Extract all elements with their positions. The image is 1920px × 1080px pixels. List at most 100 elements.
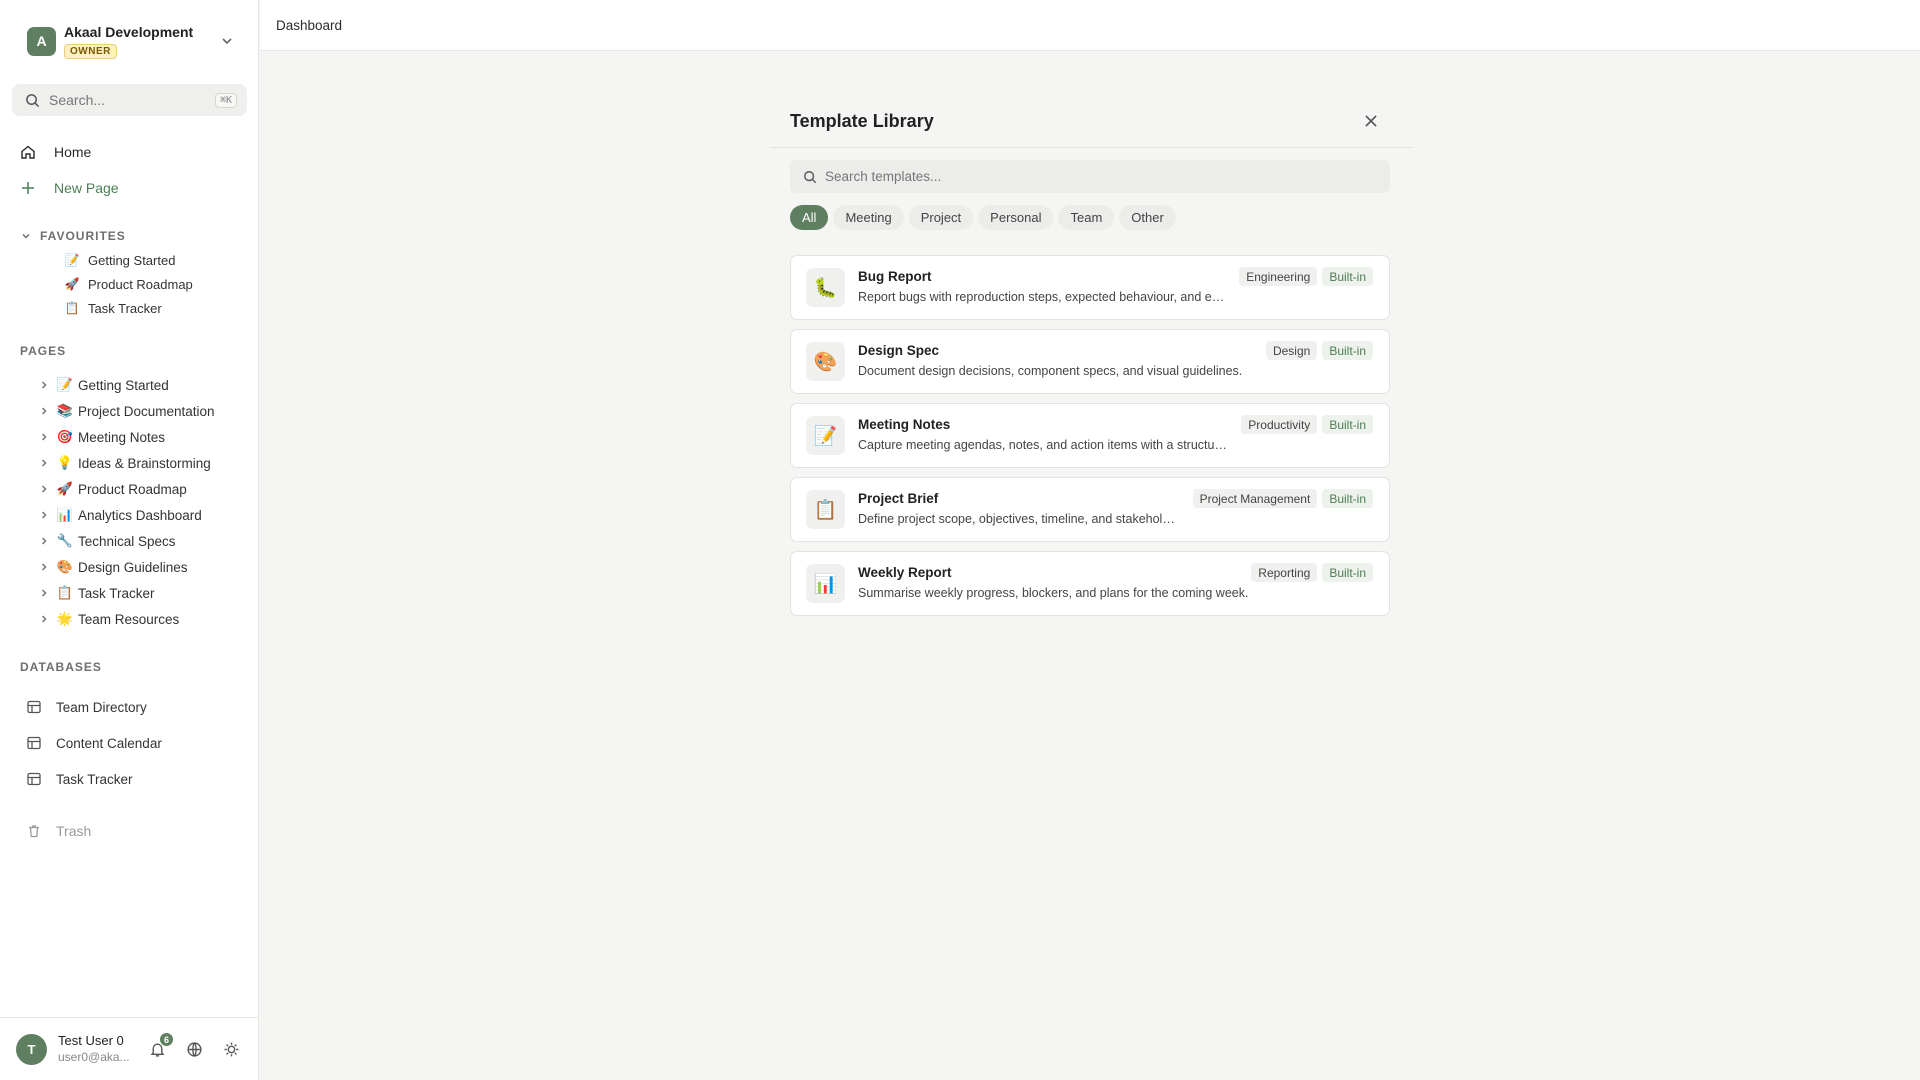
category-tag: Engineering	[1239, 267, 1318, 286]
nav-new-page-label: New Page	[54, 180, 119, 196]
chevron-down-icon[interactable]	[219, 33, 235, 49]
page-emoji-icon: 🔧	[56, 533, 74, 548]
template-list: 🐛 Bug Report Report bugs with reproducti…	[790, 255, 1390, 616]
language-button[interactable]	[183, 1038, 205, 1060]
workspace-switcher[interactable]: A Akaal Development OWNER	[17, 16, 243, 66]
built-in-tag: Built-in	[1322, 341, 1373, 360]
template-card[interactable]: 🐛 Bug Report Report bugs with reproducti…	[790, 255, 1390, 320]
notifications-button[interactable]: 6	[146, 1032, 174, 1060]
nav-home[interactable]: Home	[20, 140, 91, 164]
chevron-right-icon[interactable]	[38, 483, 50, 495]
chevron-right-icon[interactable]	[38, 379, 50, 391]
page-emoji-icon: 🎯	[56, 429, 74, 444]
page-emoji-icon: 📋	[56, 585, 74, 600]
filter-chip-project[interactable]: Project	[908, 205, 974, 230]
page-tree-item[interactable]: 🌟 Team Resources	[38, 608, 179, 630]
search-icon	[26, 93, 40, 107]
template-card[interactable]: 📝 Meeting Notes Capture meeting agendas,…	[790, 403, 1390, 468]
page-label: Analytics Dashboard	[78, 507, 202, 523]
database-item[interactable]: Team Directory	[26, 695, 147, 719]
database-item[interactable]: Task Tracker	[26, 767, 133, 791]
nav-new-page[interactable]: New Page	[20, 176, 119, 200]
memo-icon: 📝	[806, 416, 845, 455]
database-item[interactable]: Content Calendar	[26, 731, 162, 755]
filter-chip-all[interactable]: All	[790, 205, 829, 230]
page-emoji-icon: 📝	[64, 253, 80, 267]
template-description: Define project scope, objectives, timeli…	[858, 512, 1178, 526]
palette-icon: 🎨	[806, 342, 845, 381]
chevron-right-icon[interactable]	[38, 509, 50, 521]
page-label: Product Roadmap	[78, 481, 187, 497]
chevron-right-icon[interactable]	[38, 431, 50, 443]
favourite-item[interactable]: 🚀 Product Roadmap	[64, 274, 193, 294]
chevron-right-icon[interactable]	[38, 405, 50, 417]
close-button[interactable]	[1360, 110, 1382, 132]
theme-toggle-button[interactable]	[220, 1038, 242, 1060]
avatar[interactable]: T	[16, 1033, 47, 1065]
page-emoji-icon: 🌟	[56, 611, 74, 626]
page-tree-item[interactable]: 📚 Project Documentation	[38, 400, 215, 422]
page-label: Design Guidelines	[78, 559, 188, 575]
page-label: Getting Started	[78, 377, 169, 393]
template-card[interactable]: 📋 Project Brief Define project scope, ob…	[790, 477, 1390, 542]
template-tags: Engineering Built-in	[1239, 267, 1373, 286]
template-description: Report bugs with reproduction steps, exp…	[858, 290, 1228, 304]
favourite-label: Product Roadmap	[88, 276, 193, 292]
category-filters: All Meeting Project Personal Team Other	[790, 205, 1412, 230]
favourite-item[interactable]: 📝 Getting Started	[64, 250, 176, 270]
search-icon	[804, 170, 817, 183]
search-shortcut: ⌘K	[214, 92, 237, 108]
page-tree-item[interactable]: 📝 Getting Started	[38, 374, 169, 396]
template-card[interactable]: 🎨 Design Spec Document design decisions,…	[790, 329, 1390, 394]
favourites-header[interactable]: FAVOURITES	[20, 229, 126, 243]
template-description: Document design decisions, component spe…	[858, 364, 1243, 378]
template-card[interactable]: 📊 Weekly Report Summarise weekly progres…	[790, 551, 1390, 616]
template-description: Capture meeting agendas, notes, and acti…	[858, 438, 1228, 452]
filter-chip-team[interactable]: Team	[1058, 205, 1115, 230]
page-tree-item[interactable]: 🎨 Design Guidelines	[38, 556, 188, 578]
nav-home-label: Home	[54, 144, 92, 160]
category-tag: Design	[1265, 341, 1318, 360]
built-in-tag: Built-in	[1322, 415, 1373, 434]
page-tree-item[interactable]: 🔧 Technical Specs	[38, 530, 176, 552]
plus-icon	[22, 182, 34, 194]
template-search-input[interactable]	[825, 169, 1385, 184]
template-search	[790, 160, 1390, 193]
breadcrumb[interactable]: Dashboard	[276, 18, 342, 33]
user-name: Test User 0	[58, 1033, 124, 1048]
filter-chip-meeting[interactable]: Meeting	[833, 205, 904, 230]
workspace-name: Akaal Development	[64, 23, 194, 40]
page-tree-item[interactable]: 💡 Ideas & Brainstorming	[38, 452, 211, 474]
sidebar-search[interactable]: Search... ⌘K	[12, 84, 247, 116]
built-in-tag: Built-in	[1322, 563, 1373, 582]
page-emoji-icon: 📚	[56, 403, 74, 418]
favourite-label: Task Tracker	[88, 300, 162, 316]
filter-chip-personal[interactable]: Personal	[978, 205, 1054, 230]
chevron-right-icon[interactable]	[38, 457, 50, 469]
page-label: Meeting Notes	[78, 429, 166, 445]
page-emoji-icon: 🚀	[56, 481, 74, 496]
built-in-tag: Built-in	[1322, 489, 1373, 508]
user-panel: T Test User 0 user0@aka... 6	[0, 1017, 258, 1080]
chevron-right-icon[interactable]	[38, 535, 50, 547]
page-tree-item[interactable]: 📋 Task Tracker	[38, 582, 155, 604]
favourite-label: Getting Started	[88, 252, 176, 268]
user-info[interactable]: Test User 0 user0@aka...	[58, 1033, 136, 1065]
template-tags: Productivity Built-in	[1241, 415, 1373, 434]
dialog-header: Template Library	[770, 95, 1412, 148]
sidebar: A Akaal Development OWNER Search... ⌘K H…	[0, 0, 259, 1080]
page-tree-item[interactable]: 🚀 Product Roadmap	[38, 478, 187, 500]
chevron-right-icon[interactable]	[38, 587, 50, 599]
page-tree-item[interactable]: 📊 Analytics Dashboard	[38, 504, 202, 526]
table-icon	[27, 700, 41, 714]
page-tree-item[interactable]: 🎯 Meeting Notes	[38, 426, 165, 448]
nav-trash[interactable]: Trash	[26, 819, 91, 843]
page-emoji-icon: 💡	[56, 455, 74, 470]
chevron-right-icon[interactable]	[38, 613, 50, 625]
filter-chip-other[interactable]: Other	[1119, 205, 1176, 230]
close-icon	[1365, 115, 1377, 127]
favourite-item[interactable]: 📋 Task Tracker	[64, 298, 162, 318]
chevron-right-icon[interactable]	[38, 561, 50, 573]
database-label: Task Tracker	[56, 771, 133, 787]
page-label: Team Resources	[78, 611, 180, 627]
